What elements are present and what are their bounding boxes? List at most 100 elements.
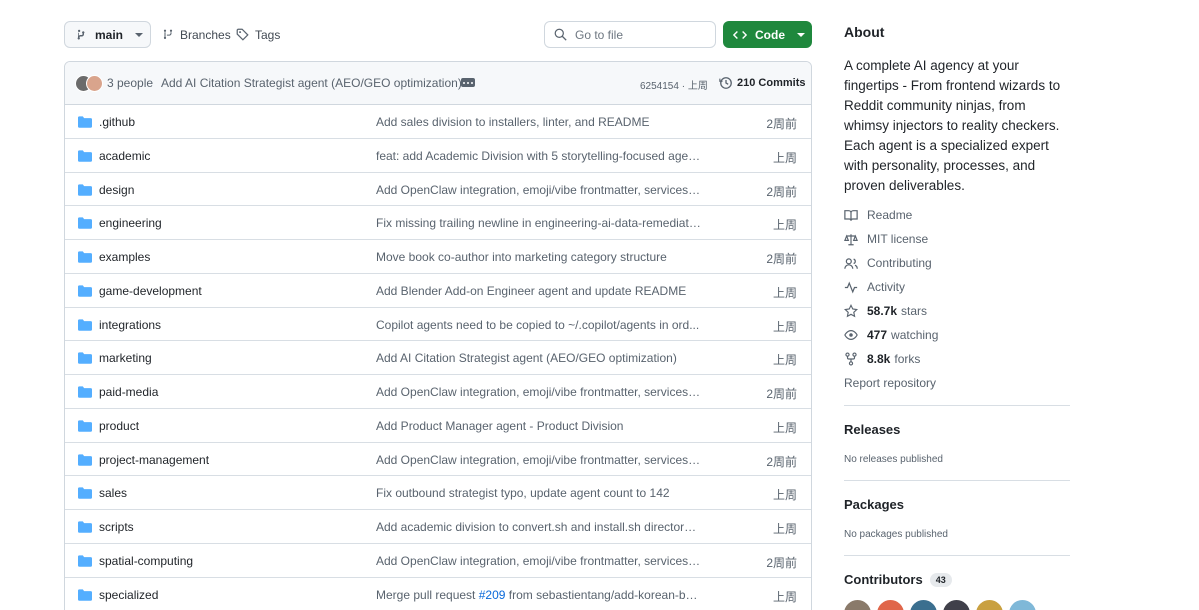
watching-label: watching [891,328,939,342]
avatar [86,75,103,92]
commit-message-link[interactable]: Add AI Citation Strategist agent (AEO/GE… [376,351,701,365]
search-icon [554,28,567,41]
file-name-link[interactable]: academic [99,149,150,163]
commit-sha-time[interactable]: 6254154 · 上周 [640,77,708,92]
file-name-link[interactable]: paid-media [99,385,158,399]
table-row[interactable]: engineering Fix missing trailing newline … [65,206,811,240]
commit-message-link[interactable]: Merge pull request #209 from sebastienta… [376,588,701,602]
table-row[interactable]: scripts Add academic division to convert.… [65,510,811,544]
folder-icon [78,285,92,297]
table-row[interactable]: game-development Add Blender Add-on Engin… [65,274,811,308]
forks-link[interactable]: 8.8k forks [844,352,920,366]
commit-message[interactable]: Add AI Citation Strategist agent (AEO/GE… [161,76,462,90]
folder-icon [78,352,92,364]
file-name-link[interactable]: project-management [99,453,209,467]
commit-message-pre: Merge pull request [376,587,479,602]
readme-link[interactable]: Readme [844,208,912,222]
folder-icon [78,116,92,128]
commit-message-link[interactable]: Add OpenClaw integration, emoji/vibe fro… [376,554,701,568]
branch-selector-button[interactable]: main [64,21,151,48]
star-icon [844,304,858,318]
about-heading: About [844,24,885,40]
file-name-link[interactable]: marketing [99,351,152,365]
avatar[interactable] [844,600,871,610]
history-icon [719,77,732,89]
commit-message-link[interactable]: Move book co-author into marketing categ… [376,250,701,264]
table-row[interactable]: spatial-computing Add OpenClaw integratio… [65,544,811,578]
table-row[interactable]: specialized Merge pull request #209 from … [65,578,811,610]
releases-heading[interactable]: Releases [844,422,900,437]
packages-heading[interactable]: Packages [844,497,904,512]
commit-message-link[interactable]: Add Product Manager agent - Product Divi… [376,419,701,433]
table-row[interactable]: paid-media Add OpenClaw integration, emoj… [65,375,811,409]
code-button[interactable]: Code [723,21,812,48]
license-link[interactable]: MIT license [844,232,928,246]
file-name-link[interactable]: game-development [99,284,202,298]
commit-message-link[interactable]: Fix missing trailing newline in engineer… [376,216,701,230]
commit-time: 上周 [772,522,797,536]
pull-request-link[interactable]: #209 [479,588,506,602]
commit-message-link[interactable]: feat: add Academic Division with 5 story… [376,149,701,163]
table-row[interactable]: examples Move book co-author into marketi… [65,240,811,274]
contributors-heading[interactable]: Contributors 43 [844,572,952,587]
stars-link[interactable]: 58.7k stars [844,304,927,318]
commit-message-link[interactable]: Add OpenClaw integration, emoji/vibe fro… [376,183,701,197]
commit-message-link[interactable]: Add sales division to installers, linter… [376,115,701,129]
watchers-link[interactable]: 477 watching [844,328,938,342]
license-label: MIT license [867,232,929,246]
file-name-link[interactable]: spatial-computing [99,554,193,568]
commit-time: 上周 [772,285,797,300]
ellipsis-icon[interactable] [461,78,475,87]
folder-icon [78,453,92,466]
commit-time: 2周前 [766,454,797,469]
commit-message-link[interactable]: Add OpenClaw integration, emoji/vibe fro… [376,385,701,399]
commit-time: 上周 [772,150,797,165]
table-row[interactable]: .github Add sales division to installers,… [65,105,811,139]
file-name-link[interactable]: .github [99,115,135,129]
branches-link[interactable]: Branches [162,21,231,48]
file-name-link[interactable]: product [99,419,139,433]
commit-message-link[interactable]: Add Blender Add-on Engineer agent and up… [376,284,701,298]
commit-message-post: from sebastientang/add-korean-bu... [505,587,701,602]
avatar[interactable] [943,600,970,610]
git-branch-icon [77,29,85,39]
commit-message-link[interactable]: Add academic division to convert.sh and … [376,520,701,534]
report-repository-link[interactable]: Report repository [844,376,936,390]
tags-link[interactable]: Tags [236,21,280,48]
avatar[interactable] [1009,600,1036,610]
file-name-link[interactable]: scripts [99,520,134,534]
about-description: A complete AI agency at your fingertips … [844,58,1061,193]
table-row[interactable]: academic feat: add Academic Division with… [65,139,811,173]
eye-icon [844,330,858,340]
commit-avatars[interactable] [75,75,105,92]
commit-time: 上周 [772,420,797,435]
file-name-link[interactable]: sales [99,486,127,500]
contributing-link[interactable]: Contributing [844,256,932,270]
commit-people[interactable]: 3 people [107,76,153,90]
avatar[interactable] [877,600,904,610]
commit-message-link[interactable]: Add OpenClaw integration, emoji/vibe fro… [376,453,701,467]
avatar[interactable] [910,600,937,610]
people-icon [844,257,858,269]
table-row[interactable]: product Add Product Manager agent - Produ… [65,409,811,443]
activity-link[interactable]: Activity [844,280,905,294]
table-row[interactable]: project-management Add OpenClaw integrati… [65,443,811,477]
commit-message-link[interactable]: Copilot agents need to be copied to ~/.c… [376,318,701,332]
commits-link[interactable]: 210 Commits [719,76,805,90]
avatar[interactable] [976,600,1003,610]
packages-empty: No packages published [844,529,948,540]
go-to-file-input[interactable]: Go to file [544,21,716,48]
file-name-link[interactable]: specialized [99,588,158,602]
table-row[interactable]: marketing Add AI Citation Strategist agen… [65,341,811,375]
folder-icon [78,420,92,432]
file-name-link[interactable]: engineering [99,216,162,230]
table-row[interactable]: sales Fix outbound strategist typo, updat… [65,476,811,510]
file-name-link[interactable]: examples [99,250,150,264]
commit-message-link[interactable]: Fix outbound strategist typo, update age… [376,486,701,500]
file-name-link[interactable]: design [99,183,134,197]
table-row[interactable]: design Add OpenClaw integration, emoji/vi… [65,173,811,207]
forks-count: 8.8k [867,352,891,366]
file-name-link[interactable]: integrations [99,318,161,332]
table-row[interactable]: integrations Copilot agents need to be co… [65,308,811,342]
code-label: Code [755,27,785,42]
